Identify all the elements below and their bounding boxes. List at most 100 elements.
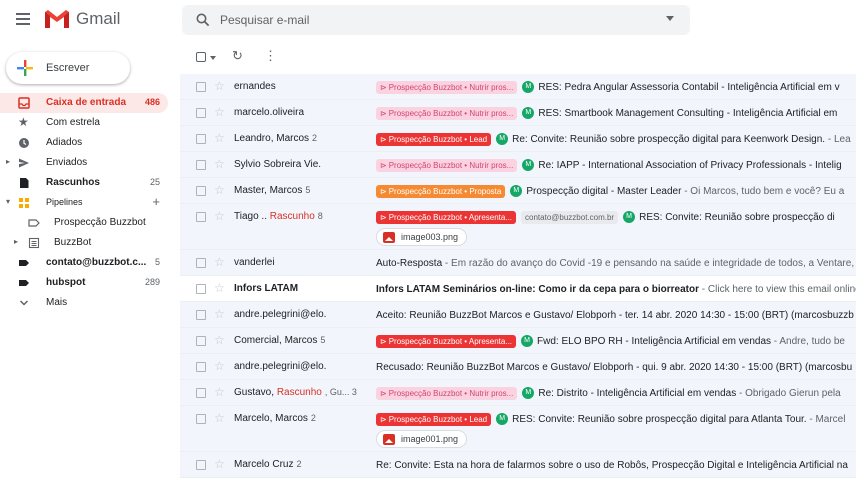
- mail-subject: Auto-Resposta: [376, 257, 443, 269]
- search-bar[interactable]: [182, 5, 690, 35]
- add-pipeline-button[interactable]: +: [152, 194, 160, 209]
- row-checkbox[interactable]: [196, 414, 206, 424]
- sidebar-item-hubspot[interactable]: hubspot 289: [0, 273, 168, 293]
- mail-sender: Comercial, Marcos 5: [234, 335, 366, 346]
- row-checkbox[interactable]: [196, 212, 206, 222]
- gmail-logo[interactable]: Gmail: [44, 9, 120, 29]
- mail-subject: Re: Convite: Reunião sobre prospecção di…: [512, 133, 826, 145]
- mail-row[interactable]: ☆ Marcelo, Marcos 2 ⊳ Prospecção Buzzbot • L…: [180, 406, 856, 452]
- pipeline-tag[interactable]: ⊳ Prospecção Buzzbot • Nutrir pros...: [376, 80, 518, 94]
- mail-row[interactable]: ☆ Gustavo, Rascunho, Gu... 3 ⊳ Prospecção B…: [180, 380, 856, 406]
- sidebar-item-label: Adiados: [46, 137, 83, 148]
- row-checkbox[interactable]: [196, 108, 206, 118]
- mail-row[interactable]: ☆ Master, Marcos 5 ⊳ Prospecção Buzzbot • Pr…: [180, 178, 856, 204]
- pipeline-tag[interactable]: ⊳ Prospecção Buzzbot • Nutrir pros...: [376, 158, 518, 172]
- mail-subject: Re: Distrito - Inteligência Artificial e…: [538, 387, 737, 399]
- sidebar-item-label: Mais: [46, 297, 68, 308]
- star-icon[interactable]: ☆: [214, 255, 225, 269]
- pipeline-tag[interactable]: ⊳ Prospecção Buzzbot • Proposta: [376, 184, 506, 198]
- collapse-arrow-icon[interactable]: ▾: [6, 197, 10, 206]
- thread-count: 5: [305, 185, 311, 195]
- star-icon[interactable]: ☆: [214, 157, 225, 171]
- pipeline-tag[interactable]: ⊳ Prospecção Buzzbot • Nutrir pros...: [376, 386, 518, 400]
- mail-row[interactable]: ☆ andre.pelegrini@elo. Aceito: Reunião Buz…: [180, 302, 856, 328]
- row-checkbox[interactable]: [196, 310, 206, 320]
- sidebar-item-pipelines[interactable]: ▾ Pipelines +: [0, 193, 168, 213]
- expand-arrow-icon[interactable]: ▸: [6, 157, 10, 166]
- pipeline-tag[interactable]: ⊳ Prospecção Buzzbot • Apresenta...: [376, 210, 517, 224]
- sidebar-item-label: Pipelines: [46, 197, 83, 207]
- mail-snippet: - Oi Marcos, tudo bem e você? Eu a: [681, 185, 845, 197]
- more-options-icon[interactable]: ⋮: [264, 48, 277, 64]
- row-checkbox[interactable]: [196, 388, 206, 398]
- pipeline-tag[interactable]: ⊳ Prospecção Buzzbot • Apresenta...: [376, 334, 517, 348]
- expand-arrow-icon[interactable]: ▸: [14, 237, 18, 246]
- mail-snippet: - Andre, tudo be: [771, 335, 845, 347]
- pipeline-tag[interactable]: ⊳ Prospecção Buzzbot • Lead: [376, 132, 492, 146]
- mail-row[interactable]: ☆ Tiago .. Rascunho 8 ⊳ Prospecção Buzzbot •…: [180, 204, 856, 250]
- mail-row[interactable]: ☆ Leandro, Marcos 2 ⊳ Prospecção Buzzbot • L…: [180, 126, 856, 152]
- search-options-icon[interactable]: [666, 16, 674, 21]
- attachment-chip[interactable]: image001.png: [376, 430, 468, 448]
- clock-icon: [19, 138, 29, 148]
- star-icon[interactable]: ☆: [214, 105, 225, 119]
- search-input[interactable]: [220, 13, 640, 27]
- row-checkbox[interactable]: [196, 460, 206, 470]
- pipeline-tag[interactable]: contato@buzzbot.com.br: [521, 210, 619, 224]
- star-icon[interactable]: ☆: [214, 333, 225, 347]
- mail-row[interactable]: ☆ marcelo.oliveira ⊳ Prospecção Buzzbot • N…: [180, 100, 856, 126]
- star-icon[interactable]: ☆: [214, 307, 225, 321]
- select-all-checkbox[interactable]: [196, 52, 206, 62]
- select-options-icon[interactable]: [210, 56, 216, 60]
- mail-row[interactable]: ☆ ernandes ⊳ Prospecção Buzzbot • Nutrir pr…: [180, 74, 856, 100]
- star-icon[interactable]: ☆: [214, 209, 225, 223]
- sidebar: Escrever Caixa de entrada 486 ★ Com estr…: [0, 40, 180, 482]
- refresh-icon[interactable]: ↻: [232, 48, 243, 64]
- sender-name: Gustavo,: [234, 387, 277, 398]
- mail-row[interactable]: ☆ Sylvio Sobreira Vie. ⊳ Prospecção Buzzbot…: [180, 152, 856, 178]
- mail-row[interactable]: ☆ Infors LATAM Infors LATAM Seminários on-…: [180, 276, 856, 302]
- sidebar-item-starred[interactable]: ★ Com estrela: [0, 113, 168, 133]
- label-icon: [19, 280, 29, 286]
- star-icon[interactable]: ☆: [214, 281, 225, 295]
- mail-sender: andre.pelegrini@elo.: [234, 309, 366, 320]
- sidebar-item-buzzbot[interactable]: ▸ BuzzBot: [0, 233, 168, 253]
- attachment-name: image003.png: [401, 232, 459, 242]
- search-icon[interactable]: [196, 13, 210, 27]
- sidebar-item-sent[interactable]: ▸ Enviados: [0, 153, 168, 173]
- row-checkbox[interactable]: [196, 186, 206, 196]
- star-icon[interactable]: ☆: [214, 411, 225, 425]
- pipeline-tag[interactable]: ⊳ Prospecção Buzzbot • Nutrir pros...: [376, 106, 518, 120]
- row-checkbox[interactable]: [196, 284, 206, 294]
- label-icon: ⊳: [380, 212, 387, 222]
- row-checkbox[interactable]: [196, 258, 206, 268]
- label-icon: [28, 219, 40, 227]
- star-icon[interactable]: ☆: [214, 131, 225, 145]
- mail-row[interactable]: ☆ andre.pelegrini@elo. Recusado: Reunião B…: [180, 354, 856, 380]
- mail-row[interactable]: ☆ Comercial, Marcos 5 ⊳ Prospecção Buzzbot •…: [180, 328, 856, 354]
- mail-content: ⊳ Prospecção Buzzbot • Lead M RES: Convite:…: [376, 412, 856, 426]
- star-icon[interactable]: ☆: [214, 385, 225, 399]
- pipeline-tag[interactable]: ⊳ Prospecção Buzzbot • Lead: [376, 412, 492, 426]
- sidebar-item-prospeccao-buzzbot[interactable]: Prospecção Buzzbot: [0, 213, 168, 233]
- attachment-chip[interactable]: image003.png: [376, 228, 468, 246]
- mail-row[interactable]: ☆ Marcelo Cruz 2 Re: Convite: Esta na hora …: [180, 452, 856, 478]
- star-icon[interactable]: ☆: [214, 359, 225, 373]
- sidebar-item-drafts[interactable]: Rascunhos 25: [0, 173, 168, 193]
- sidebar-item-snoozed[interactable]: Adiados: [0, 133, 168, 153]
- star-icon[interactable]: ☆: [214, 457, 225, 471]
- row-checkbox[interactable]: [196, 160, 206, 170]
- compose-button[interactable]: Escrever: [6, 52, 130, 84]
- sidebar-item-inbox[interactable]: Caixa de entrada 486: [0, 93, 168, 113]
- row-checkbox[interactable]: [196, 82, 206, 92]
- star-icon[interactable]: ☆: [214, 79, 225, 93]
- mail-row[interactable]: ☆ vanderlei Auto-Resposta - Em razão do av…: [180, 250, 856, 276]
- mail-subject: RES: Convite: Reunião sobre prospecção d…: [512, 413, 807, 425]
- row-checkbox[interactable]: [196, 336, 206, 346]
- main-menu-icon[interactable]: [16, 13, 30, 25]
- row-checkbox[interactable]: [196, 362, 206, 372]
- row-checkbox[interactable]: [196, 134, 206, 144]
- sidebar-item-contato[interactable]: contato@buzzbot.c... 5: [0, 253, 168, 273]
- star-icon[interactable]: ☆: [214, 183, 225, 197]
- sidebar-item-more[interactable]: Mais: [0, 293, 168, 313]
